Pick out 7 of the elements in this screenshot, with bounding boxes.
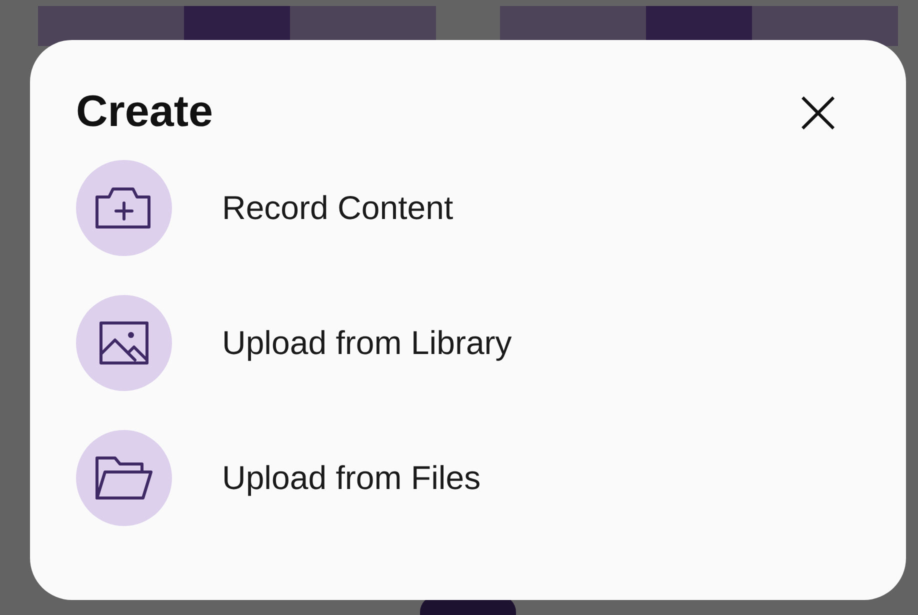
close-button[interactable]: ×	[790, 84, 846, 140]
option-label[interactable]: Record Content	[222, 189, 454, 227]
option-label[interactable]: Upload from Library	[222, 324, 512, 362]
dialog-title: Create	[76, 87, 213, 137]
folder-icon	[93, 454, 155, 502]
option-label[interactable]: Upload from Files	[222, 459, 481, 497]
image-icon	[98, 320, 150, 366]
